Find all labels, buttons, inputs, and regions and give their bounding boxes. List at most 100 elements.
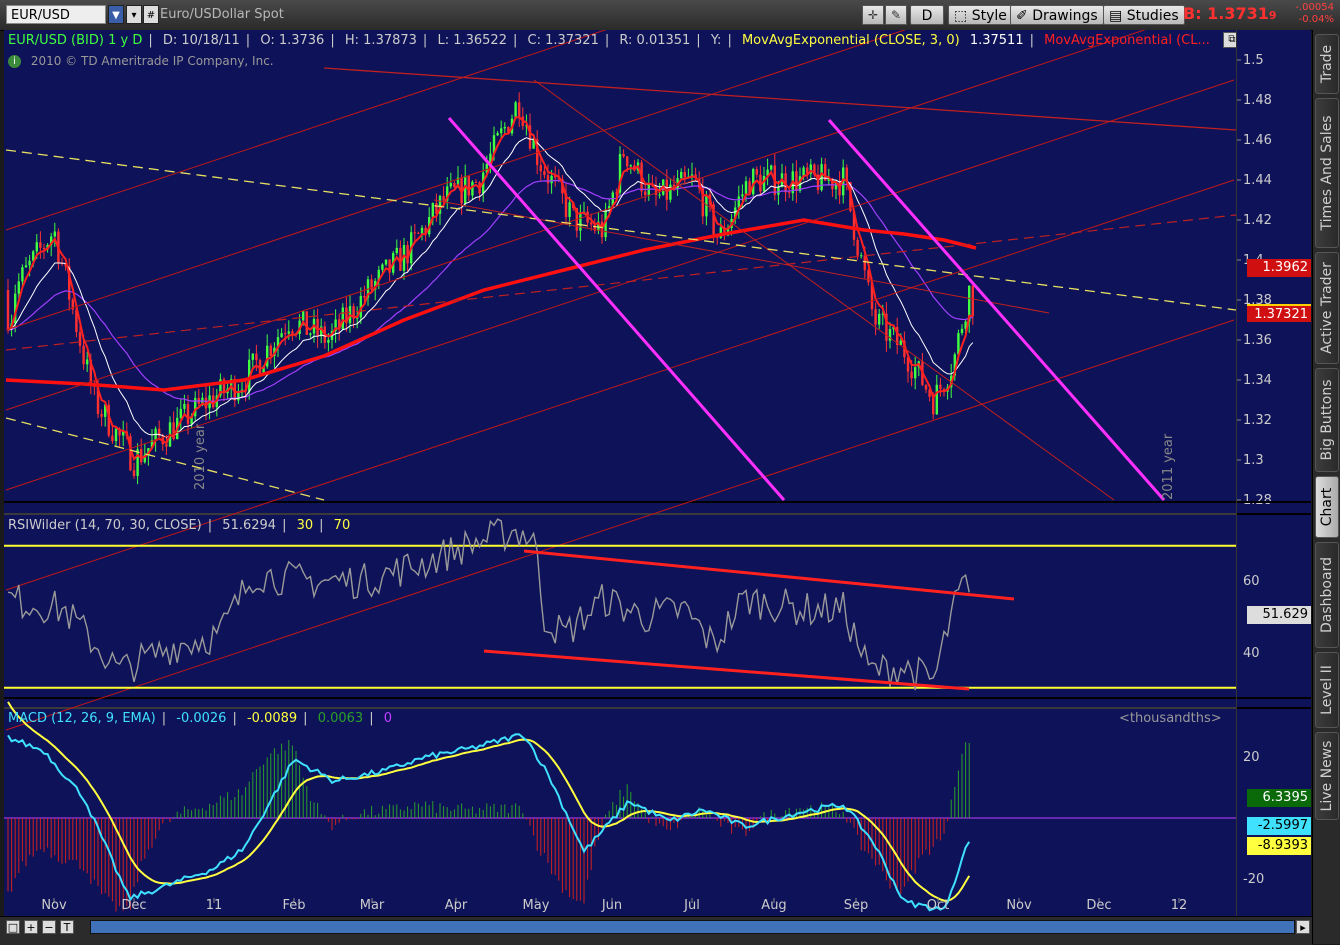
rsi-trend-line xyxy=(483,649,970,691)
symbol-dropdown-button[interactable]: ▼ xyxy=(108,5,124,24)
channel-line xyxy=(5,79,1235,491)
candle-body xyxy=(518,102,521,117)
expand-icon[interactable]: □ xyxy=(6,920,20,934)
zoom-out-icon[interactable]: − xyxy=(42,920,56,934)
candle-body xyxy=(752,169,755,195)
price-tick-label: 1.5 xyxy=(1243,53,1264,68)
sidebar-tab-label: Dashboard xyxy=(1319,557,1335,633)
dashed-yellow-line xyxy=(5,417,325,501)
symbol-input[interactable]: EUR/USD xyxy=(6,5,106,24)
candle-body xyxy=(111,435,114,442)
candle-body xyxy=(183,403,186,409)
sidebar-tab-big-buttons[interactable]: Big Buttons xyxy=(1315,368,1339,472)
x-axis-label: 12 xyxy=(1171,898,1188,913)
x-axis-label: Feb xyxy=(282,898,305,913)
sidebar-tab-times-and-sales[interactable]: Times And Sales xyxy=(1315,98,1339,248)
candle-body xyxy=(6,290,10,330)
cursor-icon[interactable]: ✎ xyxy=(885,5,907,25)
drawings-label: Drawings xyxy=(1032,8,1098,24)
price-symbol: EUR/USD (BID) 1 y D xyxy=(8,33,143,48)
macd-zero: 0 xyxy=(383,711,392,726)
price-tick-label: 1.36 xyxy=(1243,333,1272,348)
price-axis[interactable]: 1.51.481.461.441.421.41.381.361.341.321.… xyxy=(1236,30,1311,916)
candle-body xyxy=(136,449,139,476)
x-axis-label: Jun xyxy=(601,898,622,913)
price-low: L: 1.36522 xyxy=(437,33,507,48)
x-axis-label: Aug xyxy=(761,898,786,913)
candle-body xyxy=(543,171,546,176)
price-tick-label: 1.32 xyxy=(1243,413,1272,428)
x-axis-label: Mar xyxy=(360,898,385,913)
x-axis-label: Nov xyxy=(1006,898,1032,913)
sidebar-tab-label: Level II xyxy=(1319,665,1335,715)
studies-button[interactable]: ▤ Studies xyxy=(1103,5,1185,25)
candle-body xyxy=(770,165,773,170)
candle-body xyxy=(888,329,892,341)
candle-body xyxy=(658,194,661,196)
candle-body xyxy=(626,156,629,167)
macd-signal-tag: -8.9393 xyxy=(1247,837,1311,855)
candle-body xyxy=(413,232,416,234)
sidebar-tab-label: Active Trader xyxy=(1319,262,1335,354)
price-close: C: 1.37321 xyxy=(527,33,599,48)
candle-body xyxy=(629,165,632,167)
price-tag-last: 1.37321 xyxy=(1247,304,1311,322)
link-icon[interactable]: # xyxy=(143,5,159,24)
sidebar-tab-label: Times And Sales xyxy=(1319,115,1335,231)
rsi-tick-label: 40 xyxy=(1243,646,1260,661)
candle-body xyxy=(284,333,287,335)
candle-body xyxy=(280,333,283,338)
crosshair-icon[interactable]: ✛ xyxy=(862,5,884,25)
change-absolute: -.00054 xyxy=(1295,2,1334,13)
candle-body xyxy=(132,470,136,476)
price-tick-label: 1.48 xyxy=(1243,93,1272,108)
candle-body xyxy=(741,194,744,197)
price-tick-label: 1.34 xyxy=(1243,373,1272,388)
sidebar-tab-trade[interactable]: Trade xyxy=(1315,34,1339,94)
candle-body xyxy=(755,169,758,175)
rsi-tick-label: 60 xyxy=(1243,574,1260,589)
sidebar-tab-chart[interactable]: Chart xyxy=(1315,476,1339,538)
candle-body xyxy=(795,171,798,191)
studies-label: Studies xyxy=(1126,8,1179,24)
symbol-lookup-button[interactable]: ▾ xyxy=(126,5,142,24)
candle-body xyxy=(550,175,553,184)
chart-area[interactable]: 2010 year 2011 year Nov Dec 11 Feb Mar Apr May Ju… xyxy=(4,0,1241,916)
candle-body xyxy=(309,333,312,335)
price-date: D: 10/18/11 xyxy=(162,33,240,48)
candle-body xyxy=(42,247,46,250)
sidebar-tab-live-news[interactable]: Live News xyxy=(1315,732,1339,820)
rsi-label: RSIWilder (14, 70, 30, CLOSE) xyxy=(8,518,202,533)
candle-body xyxy=(179,408,182,418)
candle-body xyxy=(17,281,20,294)
rsi-value: 51.6294 xyxy=(222,518,277,533)
candle-body xyxy=(417,232,420,234)
price-range: R: 0.01351 xyxy=(619,33,691,48)
candle-body xyxy=(302,311,305,321)
text-tool-icon[interactable]: T xyxy=(60,920,74,934)
candle-body xyxy=(744,181,748,195)
candle-body xyxy=(21,267,24,282)
candle-body xyxy=(431,203,434,217)
style-label: Style xyxy=(971,8,1007,24)
candle-body xyxy=(467,176,470,196)
sidebar-tab-dashboard[interactable]: Dashboard xyxy=(1315,542,1339,648)
ema1-value: 1.37511 xyxy=(969,33,1024,48)
symbol-description: Euro/USDollar Spot xyxy=(160,7,284,22)
sidebar-tab-level-ii[interactable]: Level II xyxy=(1315,652,1339,728)
scroll-right-icon[interactable]: ▸ xyxy=(1296,920,1310,934)
candle-body xyxy=(932,396,935,415)
ema-long-line xyxy=(5,218,977,392)
info-icon[interactable]: i xyxy=(8,55,21,68)
time-scrollbar[interactable] xyxy=(90,920,1295,934)
candle-body xyxy=(474,181,478,183)
candle-body xyxy=(24,265,28,268)
timeframe-button[interactable]: D xyxy=(910,5,944,25)
price-chart-svg[interactable]: 2010 year 2011 year Nov Dec 11 Feb Mar Apr May Ju… xyxy=(4,0,1237,916)
drawings-button[interactable]: ✐ Drawings xyxy=(1010,5,1104,25)
sidebar-tab-active-trader[interactable]: Active Trader xyxy=(1315,252,1339,364)
candle-body xyxy=(737,196,740,208)
zoom-in-icon[interactable]: + xyxy=(24,920,38,934)
style-button[interactable]: ⬚ Style xyxy=(948,5,1013,25)
candle-body xyxy=(341,307,344,330)
